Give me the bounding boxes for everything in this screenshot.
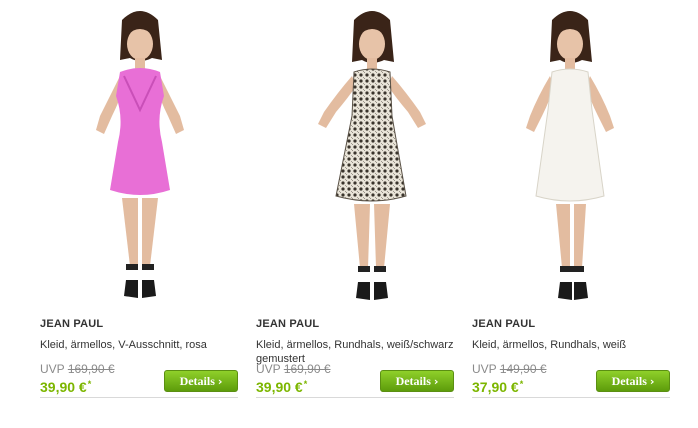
sale-price-value: 37,90 € (472, 379, 519, 395)
chevron-right-icon: › (217, 375, 223, 388)
details-button-label: Details (395, 374, 431, 388)
uvp-label: UVP (40, 362, 65, 376)
product-card-pink-dress: JEAN PAUL Kleid, ärmellos, V-Ausschnitt,… (40, 0, 238, 428)
product-brand: JEAN PAUL (40, 318, 104, 330)
details-button[interactable]: Details › (380, 370, 454, 392)
sale-price: 39,90 €* (40, 379, 91, 395)
divider (40, 397, 238, 398)
chevron-right-icon: › (649, 375, 655, 388)
divider (472, 397, 670, 398)
sale-price: 39,90 €* (256, 379, 307, 395)
product-description[interactable]: Kleid, ärmellos, V-Ausschnitt, rosa (40, 338, 240, 352)
old-price: 169,90 € (67, 362, 115, 376)
product-image[interactable] (472, 0, 670, 312)
sale-price-value: 39,90 € (40, 379, 87, 395)
old-price: 169,90 € (283, 362, 331, 376)
uvp-label: UVP (256, 362, 281, 376)
price-footnote-mark: * (303, 379, 308, 389)
details-button[interactable]: Details › (164, 370, 238, 392)
sale-price: 37,90 €* (472, 379, 523, 395)
product-description[interactable]: Kleid, ärmellos, Rundhals, weiß (472, 338, 672, 352)
uvp-label: UVP (472, 362, 497, 376)
details-button[interactable]: Details › (596, 370, 670, 392)
product-image[interactable] (40, 0, 238, 312)
uvp-price: UVP 149,90 € (472, 362, 547, 376)
details-button-label: Details (179, 374, 215, 388)
uvp-price: UVP 169,90 € (256, 362, 331, 376)
product-brand: JEAN PAUL (472, 318, 536, 330)
sale-price-value: 39,90 € (256, 379, 303, 395)
price-footnote-mark: * (87, 379, 92, 389)
product-image[interactable] (256, 0, 454, 312)
details-button-label: Details (611, 374, 647, 388)
product-card-patterned-dress: JEAN PAUL Kleid, ärmellos, Rundhals, wei… (256, 0, 454, 428)
divider (256, 397, 454, 398)
old-price: 149,90 € (499, 362, 547, 376)
product-brand: JEAN PAUL (256, 318, 320, 330)
chevron-right-icon: › (433, 375, 439, 388)
product-card-white-dress: JEAN PAUL Kleid, ärmellos, Rundhals, wei… (472, 0, 670, 428)
uvp-price: UVP 169,90 € (40, 362, 115, 376)
price-footnote-mark: * (519, 379, 524, 389)
